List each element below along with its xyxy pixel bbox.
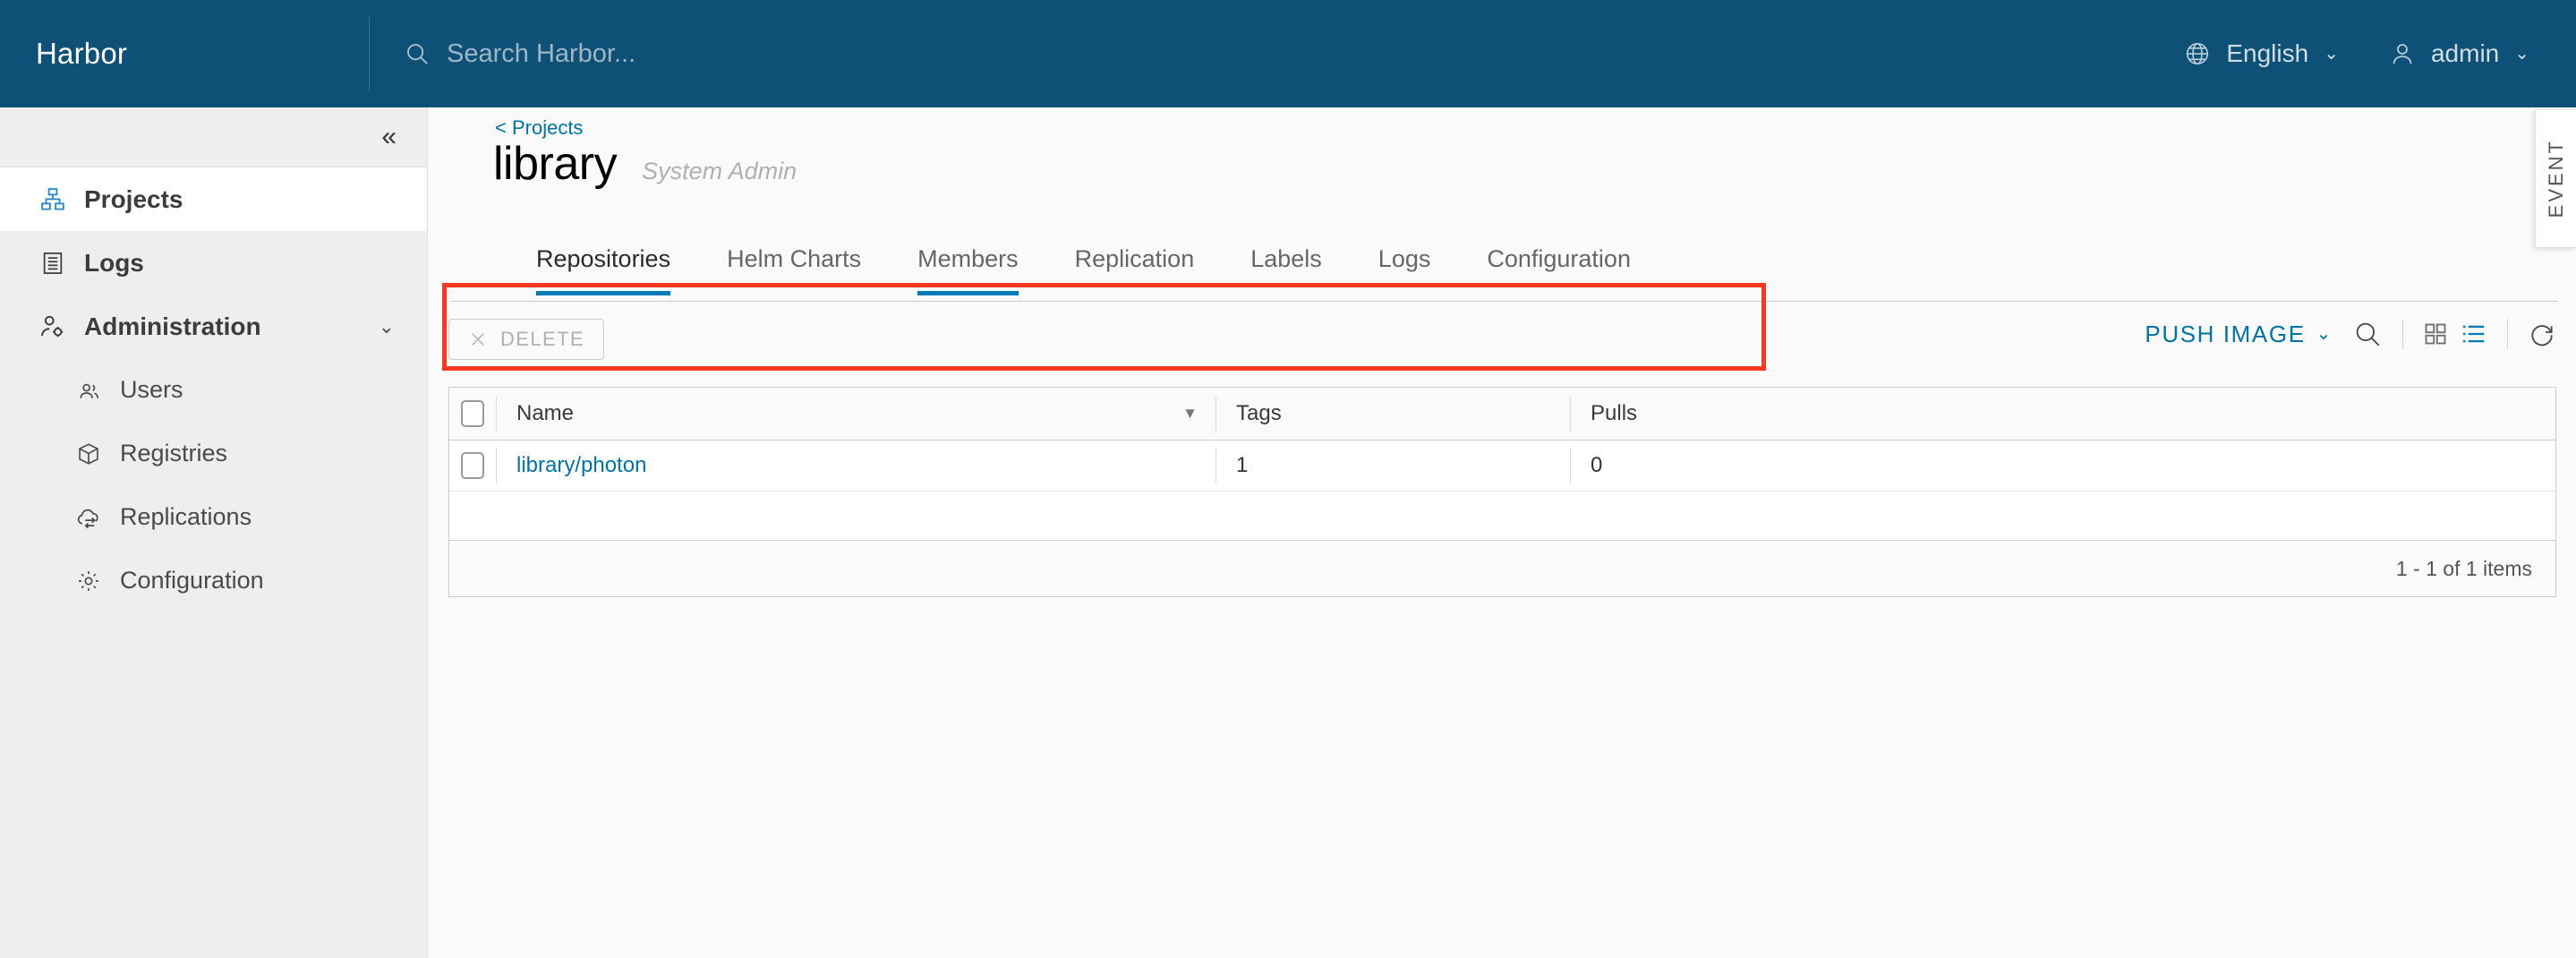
sidebar-collapse-row: « (0, 107, 427, 167)
table-search-icon[interactable] (2352, 319, 2383, 349)
tab-replication[interactable]: Replication (1075, 234, 1195, 295)
globe-icon (2184, 40, 2211, 67)
app-brand[interactable]: Harbor (0, 37, 369, 71)
row-checkbox-cell (449, 452, 496, 479)
replications-icon (75, 504, 102, 531)
toolbar-separator (2507, 319, 2508, 349)
user-icon (2389, 40, 2416, 67)
project-tab-bar: Repositories Helm Charts Members Replica… (450, 232, 2558, 302)
sidebar-item-label: Users (120, 376, 183, 404)
sidebar-item-label: Configuration (120, 567, 264, 594)
row-checkbox[interactable] (461, 452, 484, 479)
sidebar-item-label: Projects (84, 185, 183, 214)
column-header-label: Tags (1236, 401, 1282, 426)
table-empty-spacer-row (449, 492, 2555, 541)
repository-toolbar: DELETE PUSH IMAGE ⌄ (448, 319, 2556, 374)
language-label: English (2226, 39, 2308, 68)
sidebar-item-replications[interactable]: Replications (0, 485, 427, 549)
close-x-icon (468, 329, 488, 349)
event-panel-tab[interactable]: EVENT (2535, 109, 2576, 248)
grid-view-icon[interactable] (2423, 321, 2448, 346)
global-search[interactable] (404, 39, 984, 69)
sidebar-item-registries[interactable]: Registries (0, 422, 427, 485)
refresh-icon[interactable] (2528, 320, 2556, 348)
select-all-checkbox-cell (449, 400, 496, 427)
header-divider (369, 16, 370, 91)
page-title: library (493, 137, 617, 191)
logs-icon (39, 250, 66, 277)
column-header-pulls[interactable]: Pulls (1570, 396, 2555, 432)
users-icon (75, 377, 102, 404)
filter-icon[interactable]: ▼ (1182, 405, 1198, 423)
tab-members[interactable]: Members (917, 234, 1019, 295)
tab-labels[interactable]: Labels (1250, 234, 1322, 295)
column-header-label: Name (516, 401, 574, 426)
cell-tags: 1 (1215, 448, 1570, 483)
pagination-summary: 1 - 1 of 1 items (2396, 557, 2532, 581)
chevron-down-icon: ⌄ (2316, 325, 2333, 343)
top-header: Harbor English ⌄ (0, 0, 2576, 107)
list-view-icon[interactable] (2461, 321, 2487, 347)
delete-button-label: DELETE (500, 328, 584, 351)
user-menu[interactable]: admin ⌄ (2389, 39, 2529, 68)
column-header-name[interactable]: Name ▼ (496, 396, 1215, 432)
cell-name: library/photon (496, 448, 1215, 483)
sidebar-item-label: Registries (120, 440, 227, 467)
repository-table: Name ▼ Tags Pulls library/photon 1 0 1 -… (448, 387, 2556, 597)
sidebar-item-administration[interactable]: Administration ⌄ (0, 295, 427, 358)
sidebar-item-logs[interactable]: Logs (0, 231, 427, 295)
projects-icon (39, 186, 66, 213)
sidebar-item-configuration[interactable]: Configuration (0, 549, 427, 612)
sidebar: « Projects Logs (0, 107, 428, 958)
repository-link[interactable]: library/photon (516, 453, 646, 478)
chevron-down-icon: ⌄ (2324, 45, 2339, 63)
tab-repositories[interactable]: Repositories (536, 234, 670, 295)
select-all-checkbox[interactable] (461, 400, 484, 427)
search-input[interactable] (447, 39, 984, 69)
tab-helm-charts[interactable]: Helm Charts (727, 234, 861, 295)
sidebar-item-label: Logs (84, 249, 144, 278)
delete-button[interactable]: DELETE (448, 319, 604, 360)
cell-pulls: 0 (1570, 448, 2555, 483)
toolbar-separator (2402, 319, 2403, 349)
push-image-button[interactable]: PUSH IMAGE ⌄ (2145, 321, 2333, 348)
search-icon (404, 40, 431, 67)
tab-configuration[interactable]: Configuration (1487, 234, 1631, 295)
main-content: < Projects library System Admin Reposito… (429, 107, 2576, 958)
table-footer: 1 - 1 of 1 items (449, 541, 2555, 596)
registries-icon (75, 441, 102, 467)
sidebar-item-users[interactable]: Users (0, 358, 427, 422)
table-header-row: Name ▼ Tags Pulls (449, 388, 2555, 441)
column-header-label: Pulls (1591, 401, 1637, 426)
push-image-label: PUSH IMAGE (2145, 321, 2305, 348)
sidebar-item-projects[interactable]: Projects (0, 167, 427, 231)
configuration-icon (75, 568, 102, 594)
language-selector[interactable]: English ⌄ (2184, 39, 2339, 68)
header-actions: English ⌄ admin ⌄ (2184, 39, 2576, 68)
sidebar-item-label: Administration (84, 312, 261, 341)
tab-logs[interactable]: Logs (1378, 234, 1431, 295)
table-row[interactable]: library/photon 1 0 (449, 441, 2555, 492)
administration-icon (39, 313, 66, 340)
project-header: library System Admin (493, 137, 797, 191)
chevron-down-icon: ⌄ (2514, 45, 2529, 63)
event-panel-label: EVENT (2545, 139, 2568, 218)
toolbar-right-actions: PUSH IMAGE ⌄ (2145, 319, 2556, 349)
user-label: admin (2431, 39, 2499, 68)
column-header-tags[interactable]: Tags (1215, 396, 1570, 432)
chevron-down-icon[interactable]: ⌄ (379, 315, 395, 338)
project-role-badge: System Admin (642, 158, 797, 185)
sidebar-item-label: Replications (120, 503, 252, 531)
collapse-sidebar-icon[interactable]: « (381, 124, 397, 150)
